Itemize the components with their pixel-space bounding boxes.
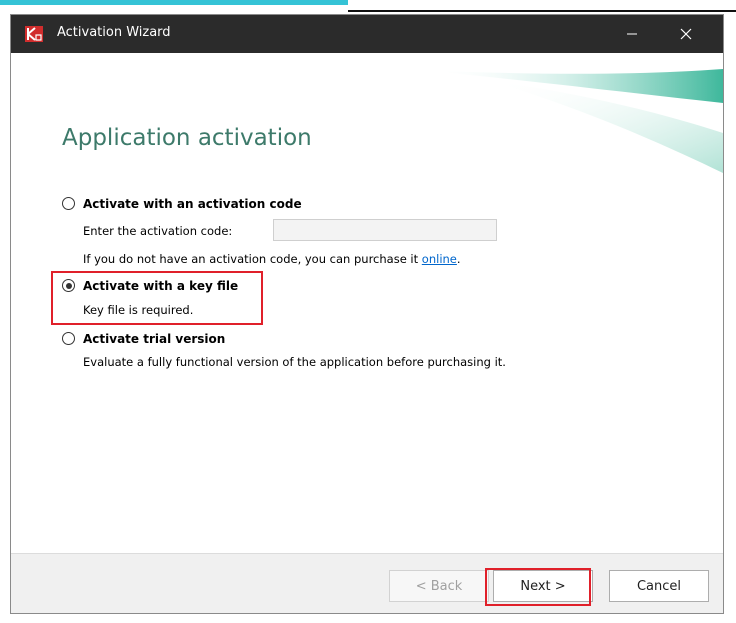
divider-line <box>348 10 736 12</box>
kaspersky-logo-icon <box>25 26 43 42</box>
minimize-icon <box>627 33 637 35</box>
radio-activation-code[interactable] <box>62 197 75 210</box>
highlight-key-file <box>51 271 263 325</box>
option-trial-label[interactable]: Activate trial version <box>83 332 225 346</box>
option-activation-code-label[interactable]: Activate with an activation code <box>83 197 302 211</box>
activation-wizard-window: Activation Wizard Application activation… <box>10 14 724 614</box>
purchase-suffix: . <box>456 252 461 266</box>
online-link[interactable]: online <box>422 252 457 266</box>
trial-description: Evaluate a fully functional version of t… <box>83 355 506 369</box>
radio-trial[interactable] <box>62 332 75 345</box>
close-button[interactable] <box>663 15 709 53</box>
purchase-text: If you do not have an activation code, y… <box>83 252 422 266</box>
close-icon <box>680 28 692 40</box>
top-strip <box>0 0 736 14</box>
wizard-footer: < Back Next > Cancel <box>11 553 723 613</box>
activation-code-field-label: Enter the activation code: <box>83 224 233 238</box>
window-title: Activation Wizard <box>57 25 171 40</box>
cyan-bar <box>0 0 348 5</box>
back-button[interactable]: < Back <box>389 570 489 602</box>
activation-code-input[interactable] <box>273 219 497 241</box>
title-bar: Activation Wizard <box>11 15 723 53</box>
minimize-button[interactable] <box>609 15 655 53</box>
highlight-next <box>485 568 591 606</box>
cancel-button[interactable]: Cancel <box>609 570 709 602</box>
header-decoration <box>431 69 723 173</box>
purchase-info: If you do not have an activation code, y… <box>83 252 461 266</box>
page-title: Application activation <box>62 125 312 151</box>
wizard-content: Application activation Activate with an … <box>11 53 723 553</box>
